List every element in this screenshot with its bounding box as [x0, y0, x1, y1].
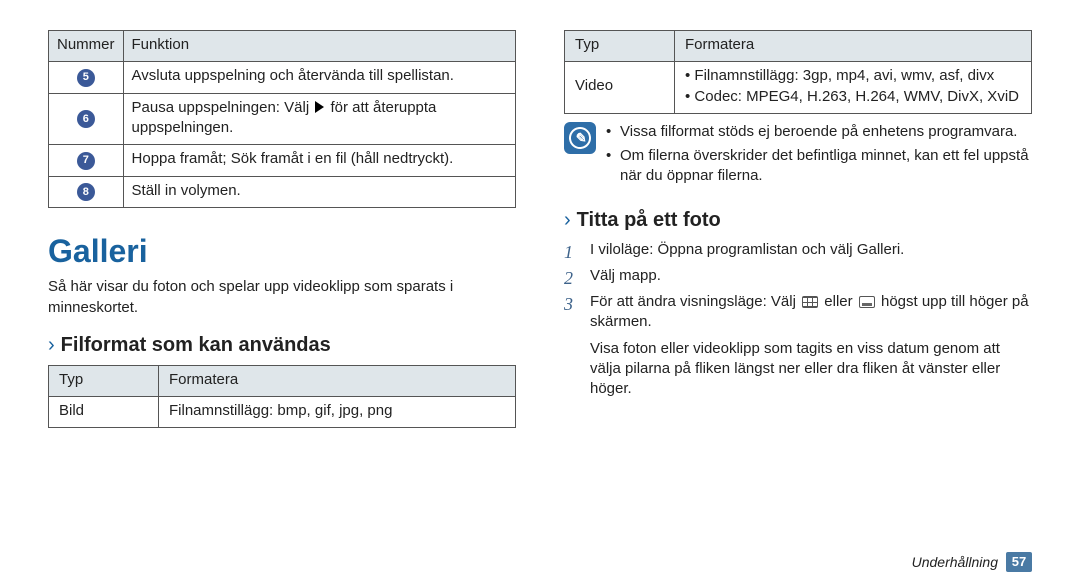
note-bullet: Om filerna överskrider det befintliga mi…	[606, 146, 1032, 187]
table-row: 6 Pausa uppspelningen: Välj för att åter…	[49, 93, 516, 145]
function-cell: Hoppa framåt; Sök framåt i en fil (håll …	[123, 145, 515, 177]
function-cell: Pausa uppspelningen: Välj för att återup…	[123, 93, 515, 145]
number-badge-icon: 7	[77, 152, 95, 170]
col-header-formatera: Formatera	[159, 365, 516, 396]
number-badge-icon: 8	[77, 183, 95, 201]
formatera-cell: Filnamnstillägg: 3gp, mp4, avi, wmv, asf…	[675, 62, 1032, 114]
steps-list: I viloläge: Öppna programlistan och välj…	[564, 240, 1032, 400]
filmstrip-view-icon	[859, 296, 875, 308]
left-column: Nummer Funktion 5 Avsluta uppspelning oc…	[48, 30, 516, 428]
section-intro: Så här visar du foton och spelar upp vid…	[48, 277, 516, 318]
subheading-text: Filformat som kan användas	[61, 332, 331, 359]
number-cell: 8	[49, 176, 124, 208]
play-icon	[315, 101, 324, 113]
number-cell: 6	[49, 93, 124, 145]
step-text: För att ändra visningsläge: Välj	[590, 293, 800, 310]
table-row: Bild Filnamnstillägg: bmp, gif, jpg, png	[49, 397, 516, 428]
manual-page: Nummer Funktion 5 Avsluta uppspelning oc…	[0, 0, 1080, 442]
function-cell: Ställ in volymen.	[123, 176, 515, 208]
formatera-cell: Filnamnstillägg: bmp, gif, jpg, png	[159, 397, 516, 428]
col-header-function: Funktion	[123, 31, 515, 62]
typ-cell: Video	[565, 62, 675, 114]
subheading-view-photo: › Titta på ett foto	[564, 207, 1032, 234]
table-row: Video Filnamnstillägg: 3gp, mp4, avi, wm…	[565, 62, 1032, 114]
table-row: 5 Avsluta uppspelning och återvända till…	[49, 62, 516, 94]
table-header-row: Nummer Funktion	[49, 31, 516, 62]
chevron-right-icon: ›	[564, 210, 571, 230]
table-row: 7 Hoppa framåt; Sök framåt i en fil (hål…	[49, 145, 516, 177]
table-header-row: Typ Formatera	[49, 365, 516, 396]
number-cell: 7	[49, 145, 124, 177]
grid-view-icon	[802, 296, 818, 308]
note-box: ✎ Vissa filformat stöds ej beroende på e…	[564, 122, 1032, 191]
step-text: eller	[820, 293, 857, 310]
col-header-number: Nummer	[49, 31, 124, 62]
number-function-table: Nummer Funktion 5 Avsluta uppspelning oc…	[48, 30, 516, 208]
function-text: Pausa uppspelningen: Välj	[132, 99, 314, 116]
step-item: I viloläge: Öppna programlistan och välj…	[564, 240, 1032, 260]
format-table-right: Typ Formatera Video Filnamnstillägg: 3gp…	[564, 30, 1032, 114]
right-column: Typ Formatera Video Filnamnstillägg: 3gp…	[564, 30, 1032, 428]
table-row: 8 Ställ in volymen.	[49, 176, 516, 208]
step-extra: Visa foton eller videoklipp som tagits e…	[590, 339, 1032, 400]
table-header-row: Typ Formatera	[565, 31, 1032, 62]
col-header-formatera: Formatera	[675, 31, 1032, 62]
step-text: I viloläge: Öppna programlistan och välj	[590, 241, 857, 258]
format-bullet: Codec: MPEG4, H.263, H.264, WMV, DivX, X…	[685, 87, 1021, 107]
col-header-typ: Typ	[49, 365, 159, 396]
number-cell: 5	[49, 62, 124, 94]
page-number-badge: 57	[1006, 552, 1032, 572]
footer-section: Underhållning	[912, 553, 998, 572]
section-title: Galleri	[48, 230, 516, 273]
typ-cell: Bild	[49, 397, 159, 428]
page-footer: Underhållning 57	[912, 552, 1032, 572]
subheading-file-formats: › Filformat som kan användas	[48, 332, 516, 359]
step-text: .	[900, 241, 904, 258]
number-badge-icon: 6	[77, 110, 95, 128]
format-table-left: Typ Formatera Bild Filnamnstillägg: bmp,…	[48, 365, 516, 429]
subheading-text: Titta på ett foto	[577, 207, 721, 234]
note-bullet: Vissa filformat stöds ej beroende på enh…	[606, 122, 1032, 142]
step-item: För att ändra visningsläge: Välj eller h…	[564, 292, 1032, 399]
app-name: Galleri	[857, 241, 900, 258]
chevron-right-icon: ›	[48, 335, 55, 355]
number-badge-icon: 5	[77, 69, 95, 87]
col-header-typ: Typ	[565, 31, 675, 62]
function-cell: Avsluta uppspelning och återvända till s…	[123, 62, 515, 94]
format-bullet: Filnamnstillägg: 3gp, mp4, avi, wmv, asf…	[685, 66, 1021, 86]
note-bullets: Vissa filformat stöds ej beroende på enh…	[606, 122, 1032, 191]
note-icon: ✎	[564, 122, 596, 154]
step-item: Välj mapp.	[564, 266, 1032, 286]
